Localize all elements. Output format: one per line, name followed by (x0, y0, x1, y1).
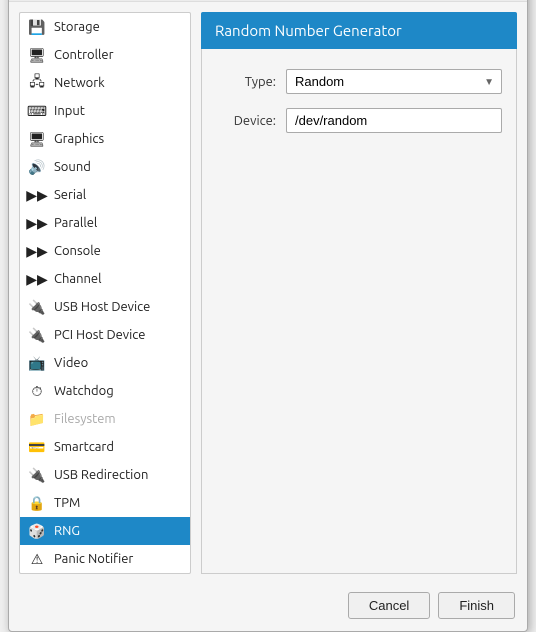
cancel-button[interactable]: Cancel (348, 592, 430, 619)
sidebar-item-network[interactable]: 🖧 Network (20, 69, 190, 97)
sidebar-item-label: Input (54, 104, 85, 118)
sidebar-item-label: TPM (54, 496, 80, 510)
sidebar-item-storage[interactable]: 💾 Storage (20, 13, 190, 41)
sidebar-item-usb-redir[interactable]: 🔌 USB Redirection (20, 461, 190, 489)
sidebar-item-label: Controller (54, 48, 114, 62)
sidebar-item-label: RNG (54, 524, 80, 538)
usb-icon: 🔌 (28, 298, 46, 316)
video-icon: 📺 (28, 354, 46, 372)
type-select-wrapper: Random ▼ (286, 69, 502, 94)
parallel-icon: ▶▶ (28, 214, 46, 232)
sound-icon: 🔊 (28, 158, 46, 176)
sidebar-item-label: Video (54, 356, 88, 370)
graphics-icon: 🖥 (28, 130, 46, 148)
sidebar-item-label: Channel (54, 272, 102, 286)
input-icon: ⌨ (28, 102, 46, 120)
dialog-footer: Cancel Finish (9, 584, 527, 631)
sidebar-item-panic[interactable]: ⚠ Panic Notifier (20, 545, 190, 573)
sidebar-item-usb-host[interactable]: 🔌 USB Host Device (20, 293, 190, 321)
sidebar-item-sound[interactable]: 🔊 Sound (20, 153, 190, 181)
sidebar-item-label: Storage (54, 20, 100, 34)
type-label: Type: (216, 75, 276, 89)
smartcard-icon: 💳 (28, 438, 46, 456)
serial-icon: ▶▶ (28, 186, 46, 204)
sidebar-item-serial[interactable]: ▶▶ Serial (20, 181, 190, 209)
sidebar-item-label: USB Host Device (54, 300, 150, 314)
sidebar-item-label: Sound (54, 160, 91, 174)
rng-icon: 🎲 (28, 522, 46, 540)
tpm-icon: 🔒 (28, 494, 46, 512)
sidebar-item-video[interactable]: 📺 Video (20, 349, 190, 377)
content-form: Type: Random ▼ Device: (201, 49, 517, 574)
sidebar-item-watchdog[interactable]: ⏱ Watchdog (20, 377, 190, 405)
device-label: Device: (216, 114, 276, 128)
sidebar-item-label: Network (54, 76, 105, 90)
sidebar-item-input[interactable]: ⌨ Input (20, 97, 190, 125)
sidebar-item-smartcard[interactable]: 💳 Smartcard (20, 433, 190, 461)
sidebar-item-pci-host[interactable]: 🔌 PCI Host Device (20, 321, 190, 349)
network-icon: 🖧 (28, 74, 46, 92)
device-row: Device: (216, 108, 502, 133)
sidebar-item-label: PCI Host Device (54, 328, 145, 342)
sidebar-item-label: Filesystem (54, 412, 116, 426)
dialog-body: 💾 Storage 🖥 Controller 🖧 Network ⌨ Input 🖥 Graphi… (9, 2, 527, 584)
sidebar-item-label: Smartcard (54, 440, 114, 454)
console-icon: ▶▶ (28, 242, 46, 260)
sidebar-item-filesystem: 📁 Filesystem (20, 405, 190, 433)
panic-icon: ⚠ (28, 550, 46, 568)
sidebar-item-parallel[interactable]: ▶▶ Parallel (20, 209, 190, 237)
sidebar-item-label: Console (54, 244, 101, 258)
sidebar-item-label: Serial (54, 188, 86, 202)
hardware-sidebar: 💾 Storage 🖥 Controller 🖧 Network ⌨ Input 🖥 Graphi… (19, 12, 191, 574)
sidebar-item-tpm[interactable]: 🔒 TPM (20, 489, 190, 517)
watchdog-icon: ⏱ (28, 382, 46, 400)
sidebar-item-label: Graphics (54, 132, 104, 146)
sidebar-item-channel[interactable]: ▶▶ Channel (20, 265, 190, 293)
sidebar-item-label: Panic Notifier (54, 552, 133, 566)
storage-icon: 💾 (28, 18, 46, 36)
device-input[interactable] (286, 108, 502, 133)
sidebar-item-label: Watchdog (54, 384, 114, 398)
type-select[interactable]: Random (286, 69, 502, 94)
content-area: Random Number Generator Type: Random ▼ D… (201, 12, 517, 574)
sidebar-item-rng[interactable]: 🎲 RNG (20, 517, 190, 545)
sidebar-item-controller[interactable]: 🖥 Controller (20, 41, 190, 69)
channel-icon: ▶▶ (28, 270, 46, 288)
add-hardware-dialog: Add New Virtual Hardware 💾Storage🖥Contro… (8, 0, 528, 632)
filesystem-icon: 📁 (28, 410, 46, 428)
content-header: Random Number Generator (201, 12, 517, 49)
pci-icon: 🔌 (28, 326, 46, 344)
sidebar-item-label: USB Redirection (54, 468, 148, 482)
finish-button[interactable]: Finish (438, 592, 515, 619)
controller-icon: 🖥 (28, 46, 46, 64)
sidebar-item-console[interactable]: ▶▶ Console (20, 237, 190, 265)
type-row: Type: Random ▼ (216, 69, 502, 94)
sidebar-item-graphics[interactable]: 🖥 Graphics (20, 125, 190, 153)
usbred-icon: 🔌 (28, 466, 46, 484)
sidebar-item-label: Parallel (54, 216, 97, 230)
